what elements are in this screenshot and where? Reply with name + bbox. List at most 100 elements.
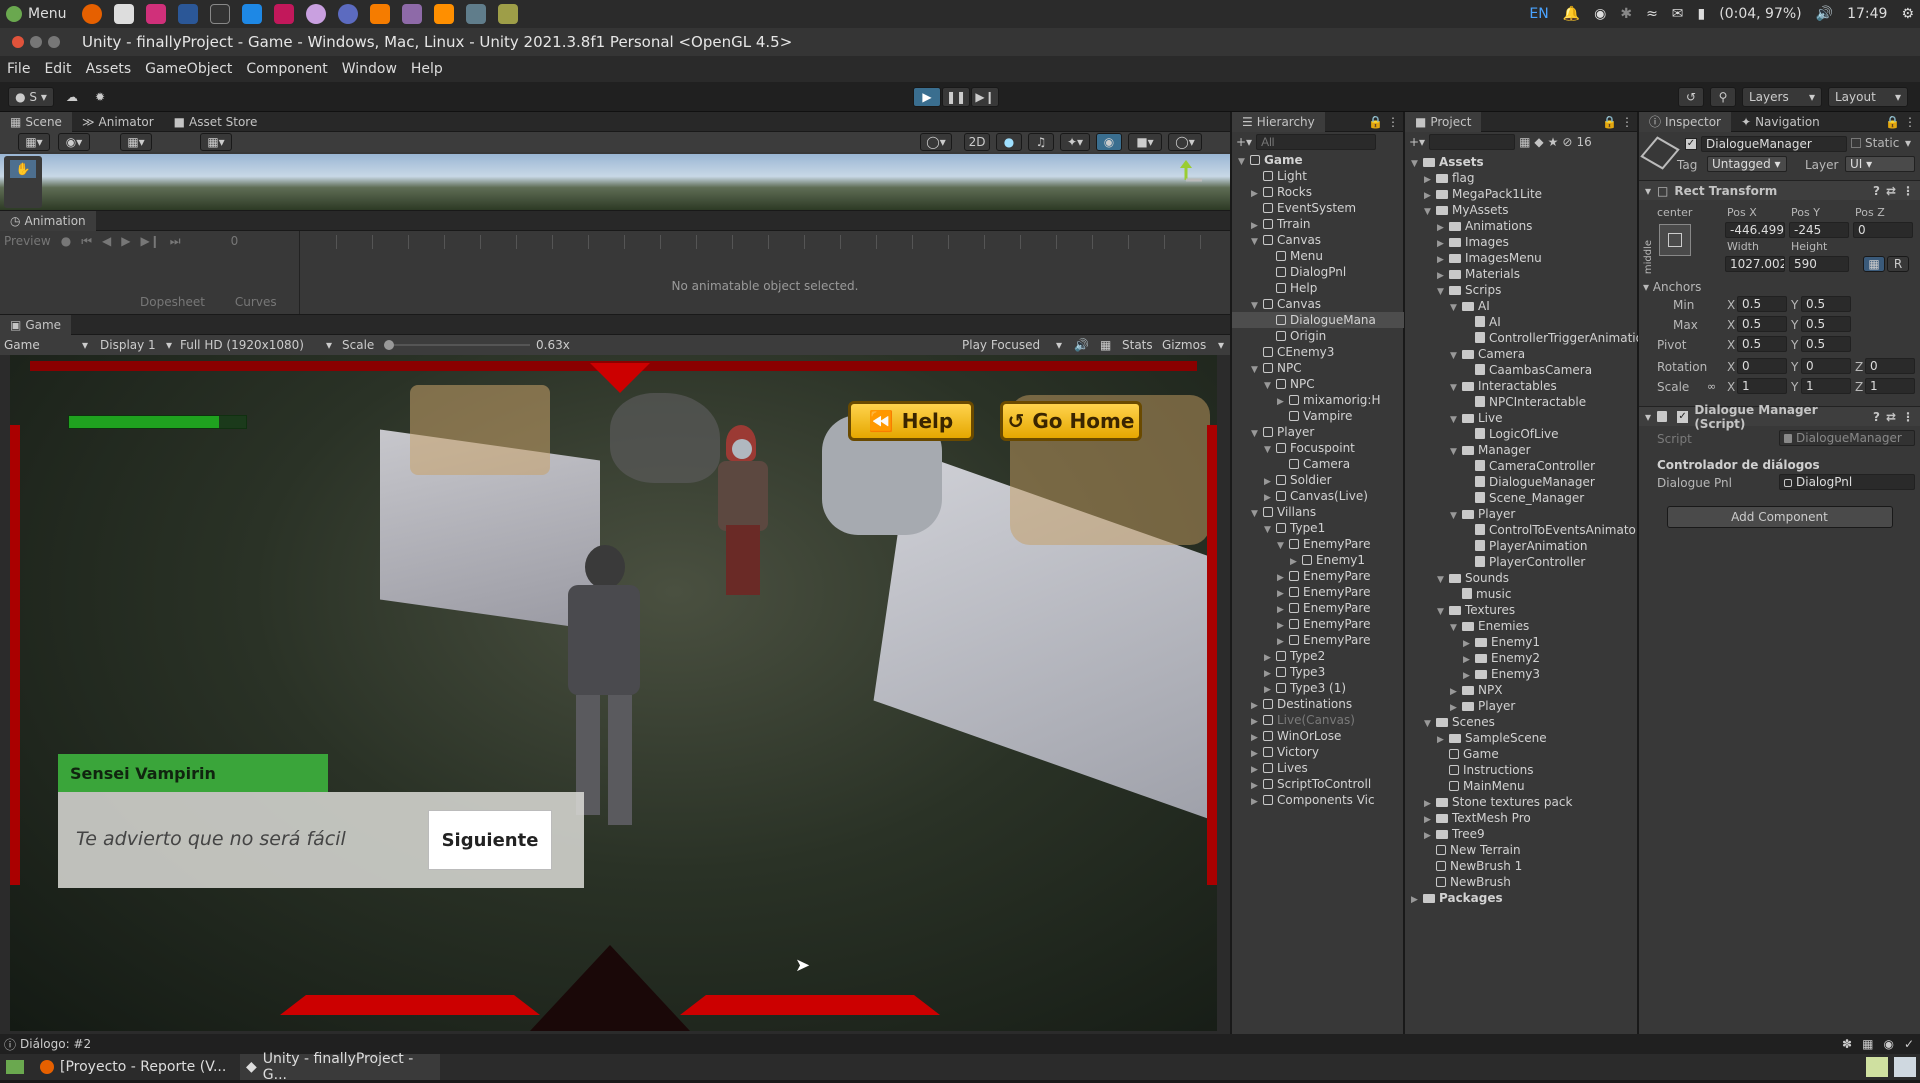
layer-dropdown[interactable]: UI ▾ (1845, 156, 1915, 172)
volume-icon[interactable]: 🔊 (1816, 6, 1833, 22)
favorite-icon[interactable]: ★ (1548, 135, 1559, 149)
collapse-arrow-icon[interactable]: ▶ (1277, 586, 1289, 600)
project-item[interactable]: ▶ Enemy2 (1405, 650, 1638, 666)
collapse-arrow-icon[interactable]: ▶ (1264, 682, 1276, 696)
hierarchy-item[interactable]: ▶ WinOrLose (1232, 728, 1404, 744)
lock-icon[interactable]: 🔒 (1368, 115, 1383, 129)
collab-icon[interactable]: ✹ (88, 87, 112, 107)
video-editor-icon[interactable] (402, 4, 423, 24)
project-item[interactable]: ▶ Animations (1405, 218, 1638, 234)
expand-arrow-icon[interactable]: ▼ (1450, 300, 1462, 314)
collapse-arrow-icon[interactable]: ▶ (1463, 652, 1475, 666)
expand-arrow-icon[interactable]: ▼ (1277, 538, 1289, 552)
menu-gameobject[interactable]: GameObject (138, 61, 239, 77)
lighting-toggle-icon[interactable]: ● (996, 133, 1022, 151)
collapse-arrow-icon[interactable]: ▶ (1290, 554, 1302, 568)
bug-icon[interactable]: ✽ (1842, 1037, 1852, 1051)
hierarchy-item[interactable]: ▶ Trrain (1232, 216, 1404, 232)
hierarchy-item[interactable]: CEnemy3 (1232, 344, 1404, 360)
project-item[interactable]: NewBrush 1 (1405, 858, 1638, 874)
project-item[interactable]: ▶ Player (1405, 698, 1638, 714)
status-message[interactable]: Diálogo: #2 (20, 1037, 91, 1051)
expand-arrow-icon[interactable]: ▼ (1450, 508, 1462, 522)
hierarchy-item[interactable]: Menu (1232, 248, 1404, 264)
tag-dropdown[interactable]: Untagged ▾ (1707, 156, 1787, 172)
render-mode-dropdown[interactable]: ◯▾ (920, 133, 952, 151)
project-item[interactable]: ▶ SampleScene (1405, 730, 1638, 746)
hierarchy-item[interactable]: EventSystem (1232, 200, 1404, 216)
collapse-arrow-icon[interactable]: ▶ (1424, 812, 1436, 826)
expand-arrow-icon[interactable]: ▼ (1251, 298, 1263, 312)
show-desktop-icon[interactable] (6, 1060, 24, 1074)
account-button[interactable]: ● S ▾ (8, 86, 54, 107)
app-icon[interactable] (306, 4, 327, 24)
expand-arrow-icon[interactable]: ▼ (1251, 362, 1263, 376)
posy-field[interactable]: -245 (1789, 222, 1849, 238)
project-item[interactable]: ▶ Images (1405, 234, 1638, 250)
project-item[interactable]: NPCInteractable (1405, 394, 1638, 410)
collapse-arrow-icon[interactable]: ▶ (1264, 490, 1276, 504)
preset-icon[interactable]: ⇄ (1886, 184, 1896, 198)
collapse-arrow-icon[interactable]: ▶ (1251, 778, 1263, 792)
shading-dropdown[interactable]: ◉▾ (58, 133, 90, 151)
unity-hub-icon[interactable] (114, 4, 135, 24)
project-item[interactable]: ▼ Live (1405, 410, 1638, 426)
taskbar-item-unity[interactable]: ◆ Unity - finallyProject - G... (240, 1051, 440, 1083)
raw-edit-button[interactable]: R (1887, 256, 1909, 272)
project-item[interactable]: ▼ AI (1405, 298, 1638, 314)
scene-viewport[interactable]: ✋ (0, 154, 1230, 210)
rider-icon[interactable] (274, 4, 295, 24)
project-item[interactable]: ▶ Packages (1405, 890, 1638, 906)
wifi-icon[interactable]: ≈ (1646, 6, 1658, 22)
frame-field[interactable]: 0 (231, 234, 239, 248)
more-menu-icon[interactable]: ⋮ (1902, 184, 1914, 198)
hierarchy-item[interactable]: ▶ EnemyPare (1232, 584, 1404, 600)
timeline-ruler[interactable] (336, 235, 1206, 249)
project-item[interactable]: ▶ flag (1405, 170, 1638, 186)
project-item[interactable]: ▶ Tree9 (1405, 826, 1638, 842)
hand-tool-icon[interactable]: ✋ (10, 160, 36, 178)
posx-field[interactable]: -446.499 (1725, 222, 1785, 238)
hierarchy-item[interactable]: ▶ Lives (1232, 760, 1404, 776)
add-icon[interactable]: +▾ (1409, 135, 1425, 149)
more-menu-icon[interactable]: ⋮ (1621, 115, 1633, 129)
menu-component[interactable]: Component (239, 61, 334, 77)
blueprint-mode-button[interactable]: ▦ (1863, 256, 1885, 272)
next-key-icon[interactable]: ▶❙ (140, 234, 159, 248)
hierarchy-item[interactable]: ▼ Villans (1232, 504, 1404, 520)
hierarchy-item[interactable]: ▶ Enemy1 (1232, 552, 1404, 568)
hierarchy-item[interactable]: ▼ EnemyPare (1232, 536, 1404, 552)
hierarchy-item[interactable]: ▶ Type3 (1232, 664, 1404, 680)
scale-x-field[interactable]: 1 (1737, 378, 1787, 394)
project-item[interactable]: ▶ TextMesh Pro (1405, 810, 1638, 826)
camera-dropdown[interactable]: ■▾ (1128, 133, 1162, 151)
bell-icon[interactable]: 🔔 (1563, 6, 1580, 22)
dopesheet-button[interactable]: Dopesheet (140, 295, 205, 309)
scale-slider[interactable] (384, 340, 530, 350)
tab-scene[interactable]: ▦ Scene (0, 111, 72, 132)
grid-dropdown[interactable]: ▦▾ (120, 133, 152, 151)
collapse-arrow-icon[interactable]: ▶ (1450, 700, 1462, 714)
curves-button[interactable]: Curves (235, 295, 277, 309)
project-item[interactable]: Instructions (1405, 762, 1638, 778)
hierarchy-item[interactable]: ▶ mixamorig:H (1232, 392, 1404, 408)
tab-project[interactable]: ■ Project (1405, 111, 1482, 132)
cache-icon[interactable]: ▦ (1862, 1037, 1873, 1051)
rect-transform-header[interactable]: ▾ □ Rect Transform ? ⇄ ⋮ (1639, 180, 1920, 200)
check-icon[interactable]: ✓ (1904, 1037, 1914, 1051)
collapse-arrow-icon[interactable]: ▶ (1424, 828, 1436, 842)
hierarchy-item[interactable]: ▶ EnemyPare (1232, 632, 1404, 648)
vscode-icon[interactable] (242, 4, 263, 24)
tab-animation[interactable]: ◷ Animation (0, 210, 96, 231)
lock-icon[interactable]: 🔒 (1885, 115, 1900, 129)
collapse-arrow-icon[interactable]: ▶ (1424, 172, 1436, 186)
prev-key-icon[interactable]: ◀ (102, 234, 111, 248)
hierarchy-item[interactable]: ▶ Components Vic (1232, 792, 1404, 808)
component-enabled-checkbox[interactable]: ✓ (1676, 410, 1689, 423)
project-item[interactable]: ControlToEventsAnimato (1405, 522, 1638, 538)
hierarchy-item[interactable]: Camera (1232, 456, 1404, 472)
collapse-arrow-icon[interactable]: ▶ (1450, 684, 1462, 698)
project-item[interactable]: PlayerAnimation (1405, 538, 1638, 554)
expand-arrow-icon[interactable]: ▼ (1411, 156, 1423, 170)
pivot-x-field[interactable]: 0.5 (1737, 336, 1787, 352)
